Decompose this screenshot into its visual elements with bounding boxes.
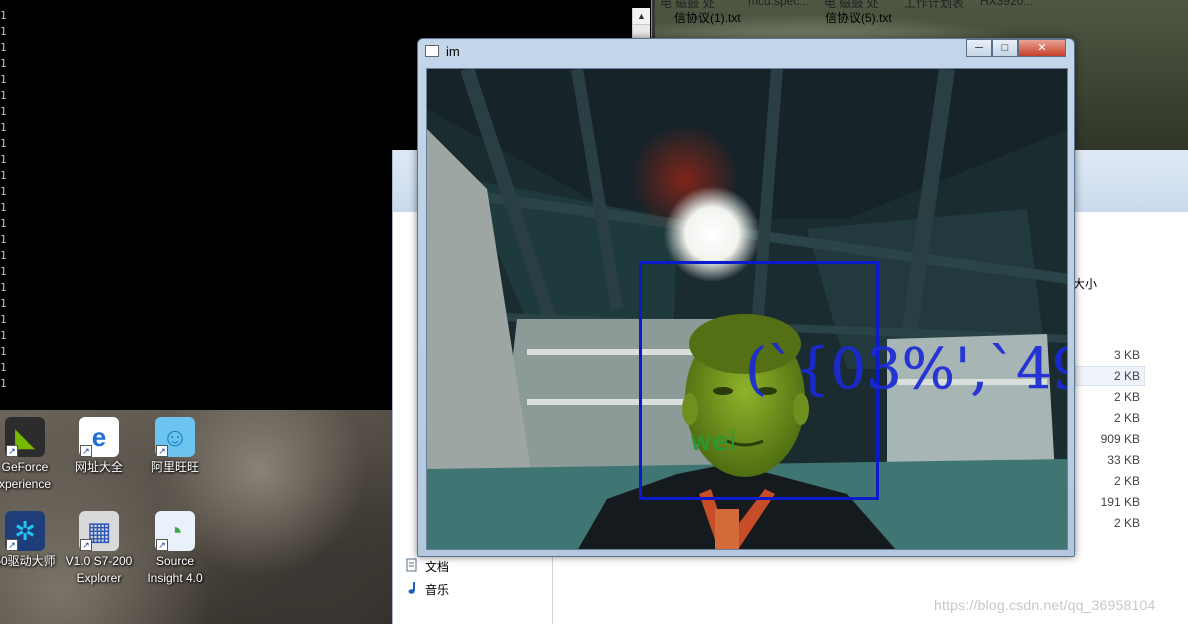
console-line: 1 [0,217,7,230]
console-line: 1 [0,73,7,86]
desktop-icon-ie-browser[interactable]: e 网址大全 ↗ [62,417,136,476]
desktop-icon-label: xperience [0,477,52,491]
desktop-icon-label: 阿里旺旺 [150,460,199,474]
console-line: 1 [0,105,7,118]
maximize-button[interactable]: □ [992,39,1018,57]
top-file-1-line2[interactable]: 信协议(1).txt [674,9,741,26]
badge-card [715,509,739,549]
console-line: 1 [0,233,7,246]
desktop-icon-label: V1.0 S7-200 [65,554,133,568]
console-line: 1 [0,313,7,326]
console-line: 1 [0,41,7,54]
console-line: 1 [0,137,7,150]
shortcut-arrow-icon: ↗ [156,445,168,457]
console-line: 1 [0,377,7,390]
console-line: 1 [0,153,7,166]
console-line: 1 [0,265,7,278]
camera-frame[interactable]: wei (`{03%',`49 [426,68,1068,550]
detection-label: wei [690,427,738,457]
console-line: 1 [0,345,7,358]
console-line: 1 [0,169,7,182]
column-header-size[interactable]: 大小 [1073,275,1097,292]
document-icon [405,558,419,572]
app-window-icon [425,45,439,57]
console-line: 1 [0,25,7,38]
console-line: 1 [0,185,7,198]
console-line: 1 [0,297,7,310]
desktop-icon-label: Source [155,554,195,568]
console-line: 1 [0,361,7,374]
console-line: 1 [0,57,7,70]
console-line: 1 [0,281,7,294]
top-file-4-line1[interactable]: 工作计划表 [904,0,964,11]
desktop-icon-driver-master[interactable]: ✲ 60驱动大师 ↗ [0,511,62,570]
desktop-icon-aliwangwang[interactable]: ☺ 阿里旺旺 ↗ [138,417,212,476]
top-file-3-line2[interactable]: 信协议(5).txt [825,9,892,26]
shortcut-arrow-icon: ↗ [80,539,92,551]
desktop-icon-label: Insight 4.0 [147,571,203,585]
desktop-icon-s7-200-explorer[interactable]: ▦ V1.0 S7-200 Explorer ↗ [62,511,136,587]
console-line: 1 [0,329,7,342]
shortcut-arrow-icon: ↗ [6,539,18,551]
console-line: 1 [0,89,7,102]
top-file-strip: 电 磁鼓 处 信协议(1).txt mcu.spec... 电 磁鼓 处 信协议… [660,0,1188,28]
music-icon [405,581,419,595]
desktop-icon-label: 网址大全 [74,460,123,474]
console-line: 1 [0,9,7,22]
nav-item-music[interactable]: 音乐 [408,581,450,598]
scroll-up-arrow-icon[interactable]: ▲ [633,8,650,25]
top-file-5-line1[interactable]: HX3920... [980,0,1033,8]
shortcut-arrow-icon: ↗ [6,445,18,457]
nav-item-label: 音乐 [425,583,450,597]
shortcut-arrow-icon: ↗ [156,539,168,551]
console-line: 1 [0,121,7,134]
desktop-icon-source-insight[interactable]: ◔ Source Insight 4.0 ↗ [138,511,212,587]
desktop-icon-label: Explorer [76,571,122,585]
console-line: 1 [0,249,7,262]
im-window[interactable]: im ─ □ ✕ wei (`{03%',`49 [417,38,1075,557]
overlay-garbled-text: (`{03%',`49 [745,337,1068,403]
shortcut-arrow-icon: ↗ [80,445,92,457]
console-output: 1 1 1 1 1 1 1 1 1 1 1 1 1 1 1 1 1 1 1 1 1 1 1 1 [0,8,7,392]
desktop-icon-label: 60驱动大师 [0,554,56,568]
nav-item-documents[interactable]: 文档 [406,558,450,575]
minimize-button[interactable]: ─ [966,39,992,57]
desktop-icon-geforce-experience[interactable]: ◣ GeForce xperience ↗ [0,417,62,493]
console-line: 1 [0,201,7,214]
desktop-icon-label: GeForce [1,460,49,474]
close-button[interactable]: ✕ [1018,39,1066,57]
csdn-watermark: https://blog.csdn.net/qq_36958104 [934,597,1156,613]
window-title: im [446,44,460,59]
top-file-2-line1[interactable]: mcu.spec... [748,0,809,8]
nav-item-label: 文档 [425,560,450,574]
